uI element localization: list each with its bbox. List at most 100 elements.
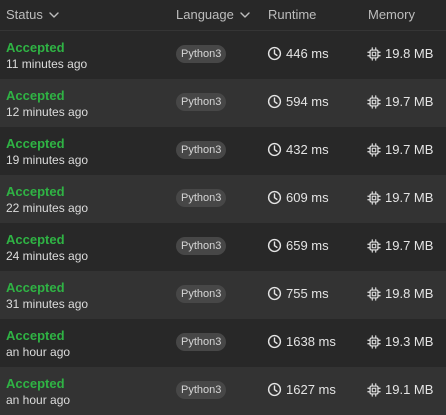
memory-cell: 19.1 MB [367,382,433,397]
memory-value: 19.8 MB [385,286,434,301]
status-verdict[interactable]: Accepted [6,232,88,247]
memory-column-header: Memory [368,0,415,30]
status-verdict[interactable]: Accepted [6,184,88,199]
table-row[interactable]: Accepted 24 minutes ago Python3 659 ms 1… [0,223,446,271]
status-cell: Accepted 24 minutes ago [6,232,88,263]
status-column-header[interactable]: Status [6,0,60,30]
runtime-cell: 432 ms [267,142,329,157]
status-header-label: Status [6,7,43,22]
submission-time: 22 minutes ago [6,201,89,215]
memory-chip-icon [367,334,381,349]
runtime-cell: 1638 ms [267,334,336,349]
submission-time: an hour ago [6,345,71,359]
clock-icon [267,382,282,397]
memory-chip-icon [367,382,381,397]
status-cell: Accepted 22 minutes ago [6,184,88,215]
status-verdict[interactable]: Accepted [6,40,87,55]
memory-cell: 19.8 MB [367,286,433,301]
table-row[interactable]: Accepted 22 minutes ago Python3 609 ms 1… [0,175,446,223]
memory-cell: 19.3 MB [367,334,433,349]
runtime-value: 594 ms [286,94,329,109]
language-column-header[interactable]: Language [176,0,251,30]
status-cell: Accepted 11 minutes ago [6,40,87,71]
runtime-cell: 1627 ms [267,382,336,397]
status-verdict[interactable]: Accepted [6,280,88,295]
submission-time: 19 minutes ago [6,153,89,167]
runtime-cell: 594 ms [267,94,329,109]
runtime-cell: 659 ms [267,238,329,253]
language-header-label: Language [176,7,234,22]
memory-chip-icon [367,286,381,301]
language-badge: Python3 [176,189,227,207]
language-badge: Python3 [176,285,227,303]
clock-icon [267,94,282,109]
clock-icon [267,286,282,301]
memory-chip-icon [367,190,381,205]
memory-chip-icon [367,142,381,157]
runtime-cell: 755 ms [267,286,329,301]
language-badge: Python3 [176,237,227,255]
memory-value: 19.7 MB [385,238,434,253]
runtime-value: 609 ms [286,190,329,205]
status-cell: Accepted 19 minutes ago [6,136,88,167]
table-row[interactable]: Accepted 11 minutes ago Python3 446 ms 1… [0,31,446,79]
language-badge: Python3 [176,333,227,351]
submission-time: 11 minutes ago [6,57,88,71]
memory-cell: 19.8 MB [367,46,433,61]
memory-value: 19.3 MB [385,334,434,349]
status-cell: Accepted an hour ago [6,328,70,359]
runtime-header-label: Runtime [268,7,317,22]
memory-value: 19.7 MB [385,142,434,157]
language-badge: Python3 [176,93,227,111]
memory-cell: 19.7 MB [367,94,433,109]
clock-icon [267,334,282,349]
runtime-value: 1638 ms [286,334,336,349]
status-cell: Accepted 31 minutes ago [6,280,88,311]
memory-value: 19.7 MB [385,190,434,205]
memory-value: 19.1 MB [385,382,434,397]
memory-value: 19.8 MB [385,46,434,61]
clock-icon [267,46,282,61]
clock-icon [267,238,282,253]
status-cell: Accepted an hour ago [6,376,70,407]
clock-icon [267,142,282,157]
memory-chip-icon [367,94,381,109]
language-badge: Python3 [176,45,227,63]
clock-icon [267,190,282,205]
memory-cell: 19.7 MB [367,238,433,253]
memory-chip-icon [367,238,381,253]
runtime-cell: 446 ms [267,46,329,61]
runtime-cell: 609 ms [267,190,329,205]
chevron-down-icon [240,12,250,18]
table-row[interactable]: Accepted 12 minutes ago Python3 594 ms 1… [0,79,446,127]
status-verdict[interactable]: Accepted [6,376,70,391]
runtime-value: 1627 ms [286,382,336,397]
status-verdict[interactable]: Accepted [6,88,88,103]
status-verdict[interactable]: Accepted [6,328,70,343]
memory-cell: 19.7 MB [367,190,433,205]
table-row[interactable]: Accepted 19 minutes ago Python3 432 ms 1… [0,127,446,175]
language-badge: Python3 [176,141,227,159]
memory-header-label: Memory [368,7,415,22]
runtime-column-header: Runtime [268,0,316,30]
memory-chip-icon [367,46,381,61]
submission-time: 24 minutes ago [6,249,89,263]
chevron-down-icon [49,12,59,18]
runtime-value: 446 ms [286,46,329,61]
language-badge: Python3 [176,381,227,399]
status-verdict[interactable]: Accepted [6,136,88,151]
table-row[interactable]: Accepted an hour ago Python3 1627 ms 19.… [0,367,446,415]
memory-value: 19.7 MB [385,94,434,109]
table-row[interactable]: Accepted 31 minutes ago Python3 755 ms 1… [0,271,446,319]
status-cell: Accepted 12 minutes ago [6,88,88,119]
submissions-table: Status Language Runtime Memory Accepted … [0,0,446,415]
runtime-value: 755 ms [286,286,329,301]
table-body: Accepted 11 minutes ago Python3 446 ms 1… [0,31,446,415]
submission-time: 12 minutes ago [6,105,89,119]
table-header: Status Language Runtime Memory [0,0,446,31]
table-row[interactable]: Accepted an hour ago Python3 1638 ms 19.… [0,319,446,367]
runtime-value: 432 ms [286,142,329,157]
memory-cell: 19.7 MB [367,142,433,157]
submission-time: an hour ago [6,393,71,407]
submission-time: 31 minutes ago [6,297,89,311]
